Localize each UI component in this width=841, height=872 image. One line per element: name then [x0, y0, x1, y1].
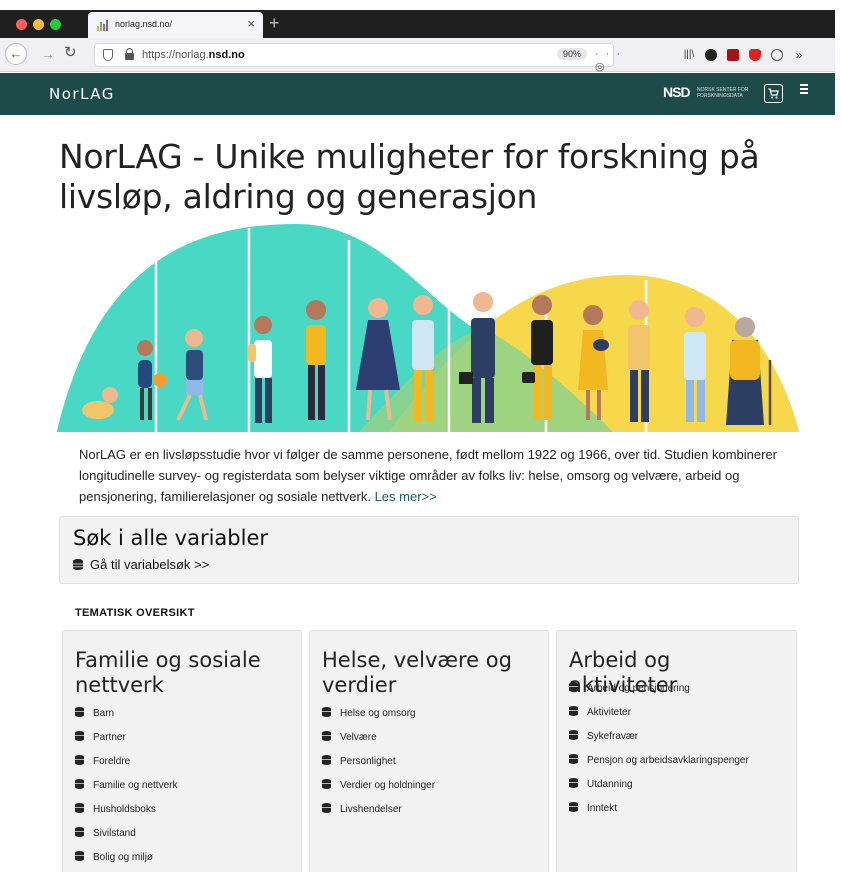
cart-icon — [768, 88, 779, 99]
database-icon — [322, 803, 331, 813]
card-health-wellbeing: Helse, velvære og verdier Helse og omsor… — [309, 630, 549, 872]
topic-link[interactable]: Partner — [75, 731, 177, 755]
url-text[interactable]: https://norlag.nsd.no — [142, 49, 245, 61]
topic-link[interactable]: Inntekt — [569, 802, 749, 826]
browser-navbar: ← → ↻ https://norlag.nsd.no 90% ··· ◎ ☆ … — [0, 38, 835, 86]
search-panel-title: Søk i alle variabler — [73, 526, 269, 550]
card-title: Familie og sosiale nettverk — [75, 648, 261, 697]
card-family-networks: Familie og sosiale nettverk Barn Partner… — [62, 630, 302, 872]
topic-link[interactable]: Helse og omsorg — [322, 707, 435, 731]
topic-link[interactable]: Foreldre — [75, 755, 177, 779]
intro-text: NorLAG er en livsløpsstudie hvor vi følg… — [79, 444, 779, 507]
database-icon — [569, 730, 578, 740]
pdf-extension-icon[interactable] — [727, 49, 739, 61]
topic-link[interactable]: Livshendelser — [322, 803, 435, 827]
topic-link[interactable]: Velvære — [322, 731, 435, 755]
topic-link[interactable]: Utdanning — [569, 778, 749, 802]
card-work-activities: Arbeid og aktiviteter Arbeid og pensjone… — [556, 630, 797, 872]
nsd-logo-subtitle: NORSK SENTER FOR FORSKNINGSDATA — [697, 87, 749, 99]
extension-dark-icon[interactable] — [705, 49, 717, 61]
topic-link[interactable]: Pensjon og arbeidsavklaringspenger — [569, 754, 749, 778]
database-icon — [569, 682, 578, 692]
database-icon — [322, 707, 331, 717]
address-bar[interactable]: https://norlag.nsd.no 90% ··· ◎ ☆ — [94, 43, 620, 86]
database-icon — [75, 827, 84, 837]
database-icon — [569, 778, 578, 788]
window-close-button[interactable] — [16, 19, 27, 30]
variable-search-panel: Søk i alle variabler Gå til variabelsøk … — [59, 516, 799, 584]
tab-close-icon[interactable]: × — [247, 16, 255, 31]
forward-arrow-icon[interactable]: → — [41, 46, 55, 62]
window-zoom-button[interactable] — [50, 19, 61, 30]
database-icon — [569, 754, 578, 764]
site-header: NorLAG NSD NORSK SENTER FOR FORSKNINGSDA… — [0, 73, 835, 115]
reload-icon[interactable]: ↻ — [64, 45, 77, 61]
database-icon — [75, 779, 84, 789]
card-title: Helse, velvære og verdier — [322, 648, 512, 697]
topic-link[interactable]: Barn — [75, 707, 177, 731]
hero-illustration — [56, 224, 802, 440]
browser-tab-bar: norlag.nsd.no/ × + — [0, 10, 835, 38]
variable-search-link[interactable]: Gå til variabelsøk >> — [73, 557, 209, 572]
database-icon — [75, 731, 84, 741]
tab-title: norlag.nsd.no/ — [115, 19, 173, 29]
extension-circle-icon[interactable] — [771, 49, 783, 61]
topic-link[interactable]: Personlighet — [322, 755, 435, 779]
topic-link[interactable]: Aktiviteter — [569, 706, 749, 730]
topic-link[interactable]: Sykefravær — [569, 730, 749, 754]
topic-link[interactable]: Familie og nettverk — [75, 779, 177, 803]
window-edge — [835, 0, 841, 872]
card-topic-list: Helse og omsorg Velvære Personlighet Ver… — [322, 707, 435, 827]
topic-link[interactable]: Husholdsboks — [75, 803, 177, 827]
topic-link[interactable]: Bolig og miljø — [75, 851, 177, 872]
page-title: NorLAG - Unike muligheter for forskning … — [59, 137, 760, 216]
site-brand[interactable]: NorLAG — [49, 85, 115, 103]
database-icon — [75, 803, 84, 813]
browser-tab[interactable]: norlag.nsd.no/ × — [88, 12, 263, 38]
library-icon[interactable]: |||\ — [683, 49, 695, 61]
topic-link[interactable]: Arbeid og pensjonering — [569, 682, 749, 706]
topic-link[interactable]: Sivilstand — [75, 827, 177, 851]
database-icon — [75, 755, 84, 765]
ublock-shield-icon[interactable] — [749, 49, 761, 61]
database-icon — [569, 706, 578, 716]
tracking-shield-icon[interactable] — [103, 49, 113, 61]
card-topic-list: Arbeid og pensjonering Aktiviteter Sykef… — [569, 682, 749, 826]
topic-link[interactable]: Verdier og holdninger — [322, 779, 435, 803]
lock-icon[interactable] — [125, 48, 134, 60]
nsd-logo[interactable]: NSD — [663, 84, 691, 100]
database-icon — [322, 779, 331, 789]
zoom-level-badge[interactable]: 90% — [557, 48, 588, 60]
window-minimize-button[interactable] — [33, 19, 44, 30]
read-more-link[interactable]: Les mer>> — [375, 489, 437, 504]
site-favicon-icon — [97, 19, 109, 31]
database-icon — [75, 851, 84, 861]
database-icon — [73, 559, 83, 570]
hamburger-menu-icon[interactable] — [800, 84, 808, 94]
cart-button[interactable] — [764, 84, 783, 103]
database-icon — [322, 731, 331, 741]
database-icon — [322, 755, 331, 765]
database-icon — [569, 802, 578, 812]
card-topic-list: Barn Partner Foreldre Familie og nettver… — [75, 707, 177, 872]
back-arrow-icon[interactable]: ← — [5, 43, 27, 65]
thematic-overview-label: TEMATISK OVERSIKT — [75, 607, 195, 619]
overflow-chevron-icon[interactable]: » — [793, 49, 805, 61]
new-tab-icon[interactable]: + — [269, 13, 280, 33]
database-icon — [75, 707, 84, 717]
